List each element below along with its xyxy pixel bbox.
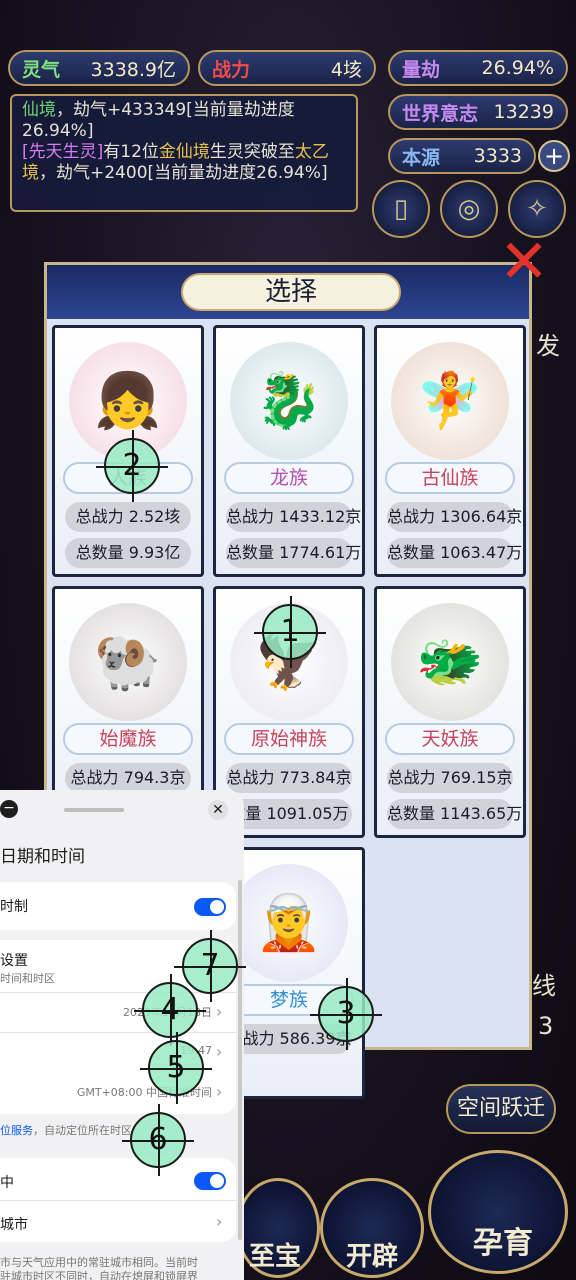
- race-portrait: 🐏: [69, 603, 187, 721]
- side-label-xian: 线: [532, 972, 556, 1000]
- row-auto-sublabel: 时间和时区: [0, 972, 55, 985]
- lingqi-value: 3338.9亿: [90, 58, 176, 81]
- race-total-count: 数量 1091.05万: [226, 799, 352, 829]
- log-text: 生灵突破至: [209, 142, 295, 162]
- race-name: 天妖族: [385, 723, 515, 755]
- shijie-stat: 世界意志 13239: [388, 94, 568, 130]
- marker-3: 3: [310, 978, 382, 1050]
- race-total-power: 总战力 794.3京: [65, 763, 191, 793]
- race-card[interactable]: 🧚 古仙族总战力 1306.64京 总数量 1063.47万: [374, 325, 526, 577]
- race-total-count: 总数量 1063.47万: [387, 538, 522, 568]
- zhanli-value: 4垓: [330, 58, 362, 81]
- scrollbar[interactable]: [238, 880, 242, 1240]
- liangjie-label: 量劫: [402, 58, 441, 81]
- row-city-label[interactable]: 城市: [0, 1214, 28, 1234]
- benyuan-stat: 本源 3333: [388, 138, 536, 174]
- event-log: 仙境，劫气+433349[当前量劫进度26.94%] [先天生灵]有12位金仙境…: [10, 94, 358, 212]
- time-format-group: 时制: [0, 882, 236, 930]
- location-note-text: ，自动定位所在时区: [33, 1124, 132, 1137]
- dialog-title: 选择: [181, 273, 401, 311]
- race-total-count: 总数量 9.93亿: [65, 538, 191, 568]
- side-label-fa[interactable]: 发: [536, 326, 560, 361]
- row-clock-label: 中: [0, 1175, 14, 1191]
- zhanli-stat: 战力 4垓: [198, 50, 376, 86]
- log-tag: [先天生灵]: [22, 142, 104, 162]
- liangjie-stat: 量劫 26.94%: [388, 50, 568, 86]
- space-jump-button[interactable]: 空间跃迁: [446, 1084, 556, 1134]
- race-card[interactable]: 🐲 天妖族总战力 769.15京 总数量 1143.65万: [374, 586, 526, 838]
- race-total-power: 总战力 2.52垓: [65, 502, 191, 532]
- row-24h-label: 时制: [0, 899, 28, 915]
- chevron-right-icon: ›: [216, 1002, 223, 1021]
- log-text: 有12位: [103, 142, 159, 162]
- benyuan-label: 本源: [402, 146, 441, 169]
- marker-6: 6: [122, 1104, 194, 1176]
- add-benyuan-button[interactable]: +: [538, 140, 570, 172]
- kaipi-label: 开辟: [345, 1242, 398, 1272]
- shijie-label: 世界意志: [402, 102, 479, 125]
- marker-7: 7: [174, 930, 246, 1002]
- race-name: 始魔族: [63, 723, 193, 755]
- chevron-right-icon: ›: [216, 1082, 223, 1101]
- 24h-toggle[interactable]: [194, 898, 226, 916]
- log-text: ，劫气+2400[当前量劫进度26.94%]: [39, 163, 328, 183]
- yuyu-label: 孕育: [473, 1226, 533, 1261]
- log-realm: 金仙境: [158, 142, 210, 162]
- date-time-settings-panel: − ✕ 日期和时间 时制 设置 时间和时区 2023年11月18日 › 19:4…: [0, 790, 244, 1280]
- lingqi-label: 灵气: [22, 58, 61, 81]
- race-card[interactable]: 🐉 龙族总战力 1433.12京 总数量 1774.61万: [213, 325, 365, 577]
- marker-1: 1: [254, 596, 326, 668]
- divider: [0, 1200, 236, 1201]
- race-total-power: 总战力 1433.12京: [226, 502, 361, 532]
- marker-4: 4: [134, 974, 206, 1046]
- race-portrait: 🐉: [230, 342, 348, 460]
- dual-clock-group: 中 城市 ›: [0, 1158, 236, 1242]
- row-auto-label: 设置: [0, 953, 28, 969]
- marker-5: 5: [140, 1032, 212, 1104]
- race-portrait: 🧝: [230, 864, 348, 982]
- race-portrait: 🧚: [391, 342, 509, 460]
- race-portrait: 🐲: [391, 603, 509, 721]
- chevron-right-icon: ›: [216, 1212, 223, 1231]
- minimize-button[interactable]: −: [0, 800, 18, 818]
- location-service-link[interactable]: 位服务: [0, 1124, 33, 1137]
- race-total-power: 总战力 773.84京: [226, 763, 352, 793]
- chevron-right-icon: ›: [216, 1042, 223, 1061]
- lingqi-stat: 灵气 3338.9亿: [8, 50, 190, 86]
- shijie-value: 13239: [493, 101, 554, 123]
- book-icon[interactable]: ▯: [372, 180, 430, 238]
- footer-note-2: 驻城市时区不同时，自动在熄屏和锁屏界: [0, 1270, 198, 1280]
- race-name: 古仙族: [385, 462, 515, 494]
- spiral-icon[interactable]: ◎: [440, 180, 498, 238]
- race-total-power: 总战力 769.15京: [387, 763, 513, 793]
- race-total-count: 总数量 1774.61万: [226, 538, 361, 568]
- drag-handle[interactable]: [64, 808, 124, 812]
- settings-title: 日期和时间: [0, 847, 85, 867]
- side-badge: 3: [538, 1012, 554, 1040]
- liangjie-value: 26.94%: [481, 57, 554, 79]
- marker-2: 2: [96, 430, 168, 502]
- divider: [0, 1032, 236, 1033]
- close-icon[interactable]: ✕: [208, 800, 228, 820]
- zhibao-label: 至宝: [248, 1242, 301, 1272]
- race-total-power: 总战力 1306.64京: [387, 502, 522, 532]
- zhanli-label: 战力: [212, 58, 251, 81]
- close-icon[interactable]: ✕: [498, 232, 550, 292]
- race-name: 龙族: [224, 462, 354, 494]
- location-note: 位服务，自动定位所在时区: [0, 1122, 132, 1138]
- dual-clock-toggle[interactable]: [194, 1172, 226, 1190]
- log-realm: 仙境: [22, 100, 56, 120]
- race-name: 原始神族: [224, 723, 354, 755]
- race-total-count: 总数量 1143.65万: [387, 799, 522, 829]
- benyuan-value: 3333: [473, 145, 522, 167]
- log-text: ，劫气+433349[当前量劫进度26.94%]: [22, 100, 295, 141]
